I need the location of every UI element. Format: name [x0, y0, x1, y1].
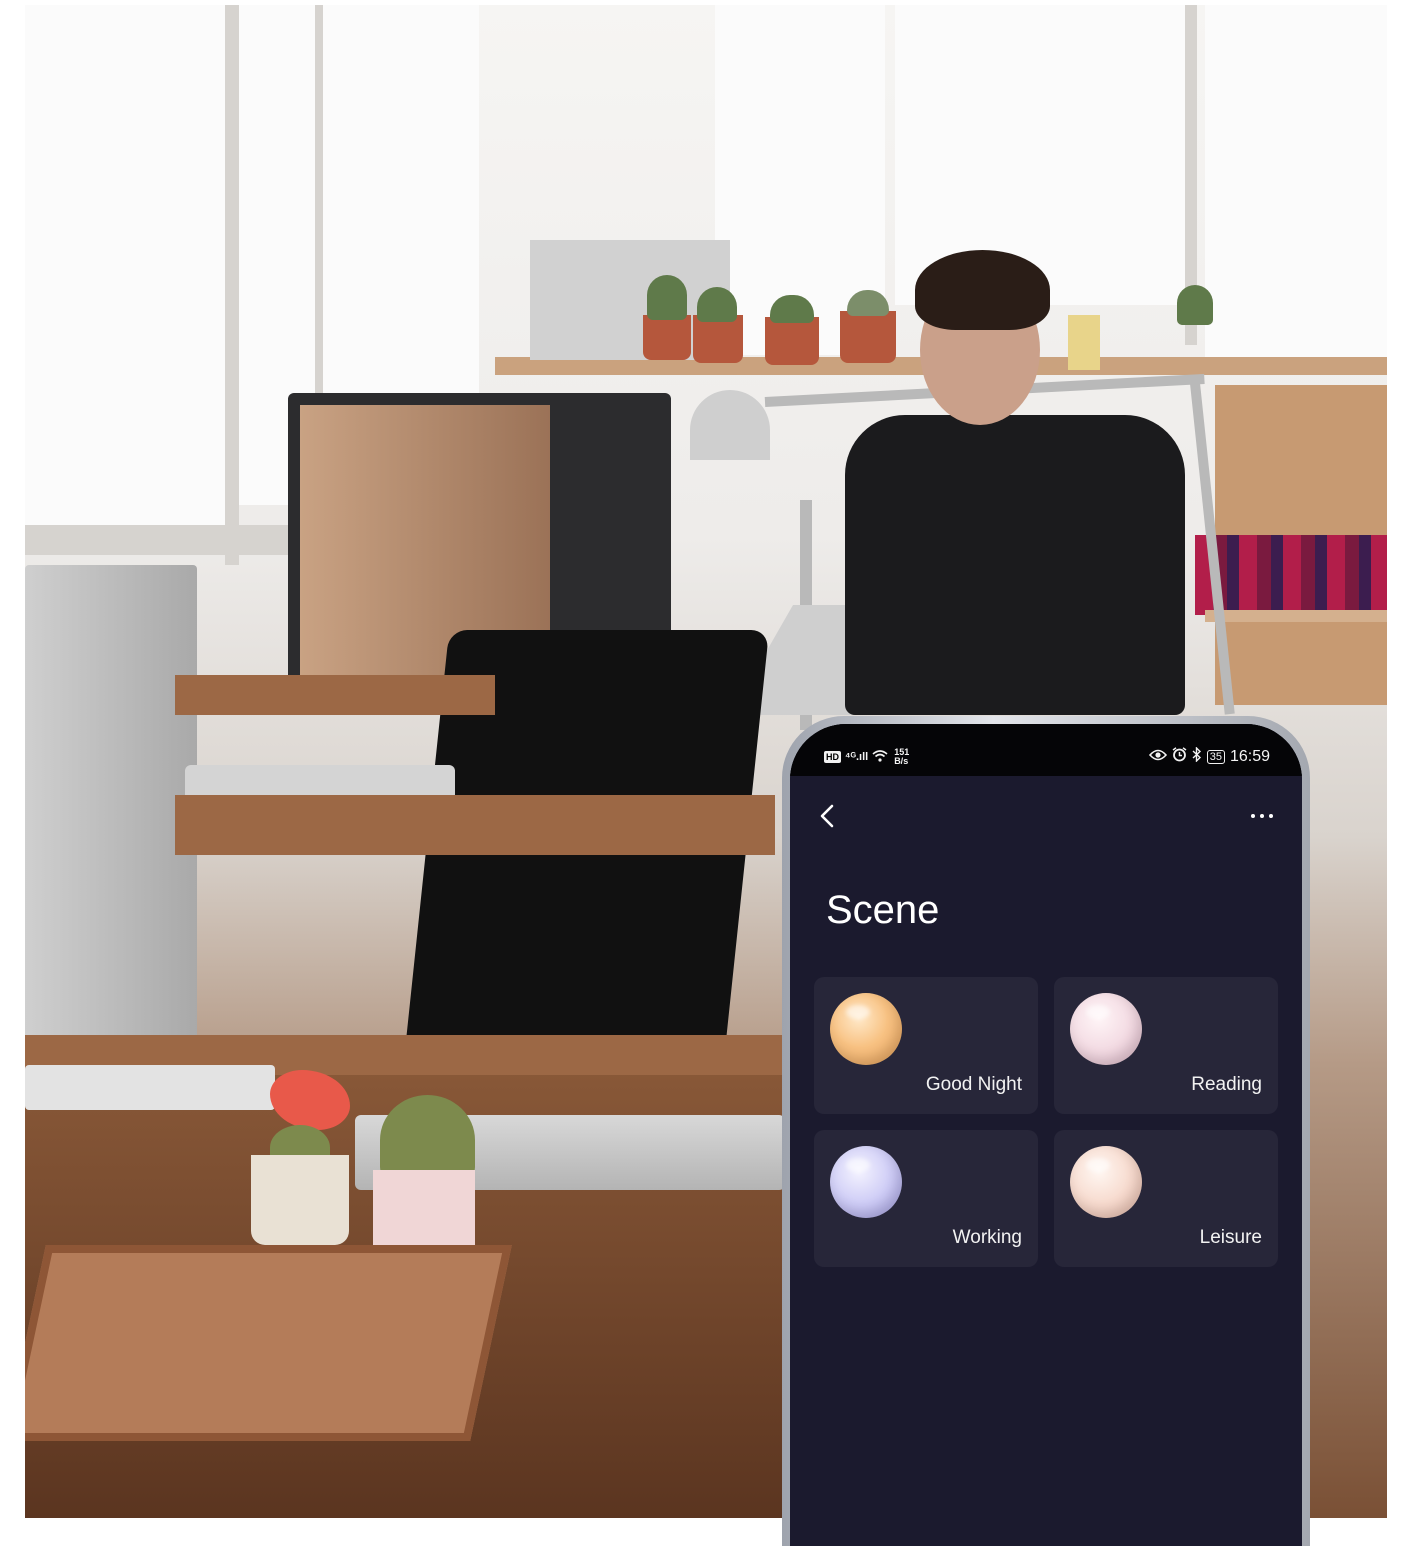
back-button[interactable]	[808, 796, 848, 836]
app-header	[790, 776, 1302, 856]
more-dot	[1269, 814, 1273, 818]
phone-frame: HD ⁴ᴳ.ıll 151 B/s 35 16:59 Scene Good Ni…	[782, 716, 1310, 1546]
scene-card-reading[interactable]: Reading	[1054, 977, 1278, 1114]
scene-label: Leisure	[1199, 1227, 1262, 1248]
scene-card-working[interactable]: Working	[814, 1130, 1038, 1267]
network-speed: 151 B/s	[894, 748, 909, 766]
more-dot	[1260, 814, 1264, 818]
scene-card-good-night[interactable]: Good Night	[814, 977, 1038, 1114]
app-screen: HD ⁴ᴳ.ıll 151 B/s 35 16:59 Scene Good Ni…	[790, 724, 1302, 1546]
wifi-icon	[872, 749, 888, 765]
scene-label: Reading	[1191, 1074, 1262, 1095]
status-right: 35 16:59	[1148, 746, 1270, 767]
network-speed-unit: B/s	[894, 756, 909, 766]
status-left: HD ⁴ᴳ.ıll 151 B/s	[824, 748, 909, 766]
status-time: 16:59	[1229, 748, 1270, 765]
scene-label: Working	[952, 1227, 1022, 1248]
more-dot	[1251, 814, 1255, 818]
phone-bezel: HD ⁴ᴳ.ıll 151 B/s 35 16:59 Scene Good Ni…	[790, 724, 1302, 1546]
scene-grid: Good Night Reading Working Leisure	[814, 977, 1278, 1267]
scene-orb-icon	[830, 1146, 902, 1218]
scene-orb-icon	[1070, 993, 1142, 1065]
bluetooth-icon	[1192, 746, 1202, 767]
scene-orb-icon	[1070, 1146, 1142, 1218]
scene-card-leisure[interactable]: Leisure	[1054, 1130, 1278, 1267]
hd-badge: HD	[824, 751, 841, 763]
scene-label: Good Night	[925, 1074, 1022, 1095]
chevron-left-icon	[820, 804, 834, 828]
scene-orb-icon	[830, 993, 902, 1065]
signal-icon: ⁴ᴳ.ıll	[845, 751, 869, 763]
status-bar: HD ⁴ᴳ.ıll 151 B/s 35 16:59	[790, 724, 1302, 776]
alarm-icon	[1172, 747, 1187, 767]
battery-icon: 35	[1206, 750, 1225, 764]
eye-icon	[1148, 748, 1167, 766]
page-title: Scene	[826, 888, 940, 932]
more-options-button[interactable]	[1242, 796, 1282, 836]
